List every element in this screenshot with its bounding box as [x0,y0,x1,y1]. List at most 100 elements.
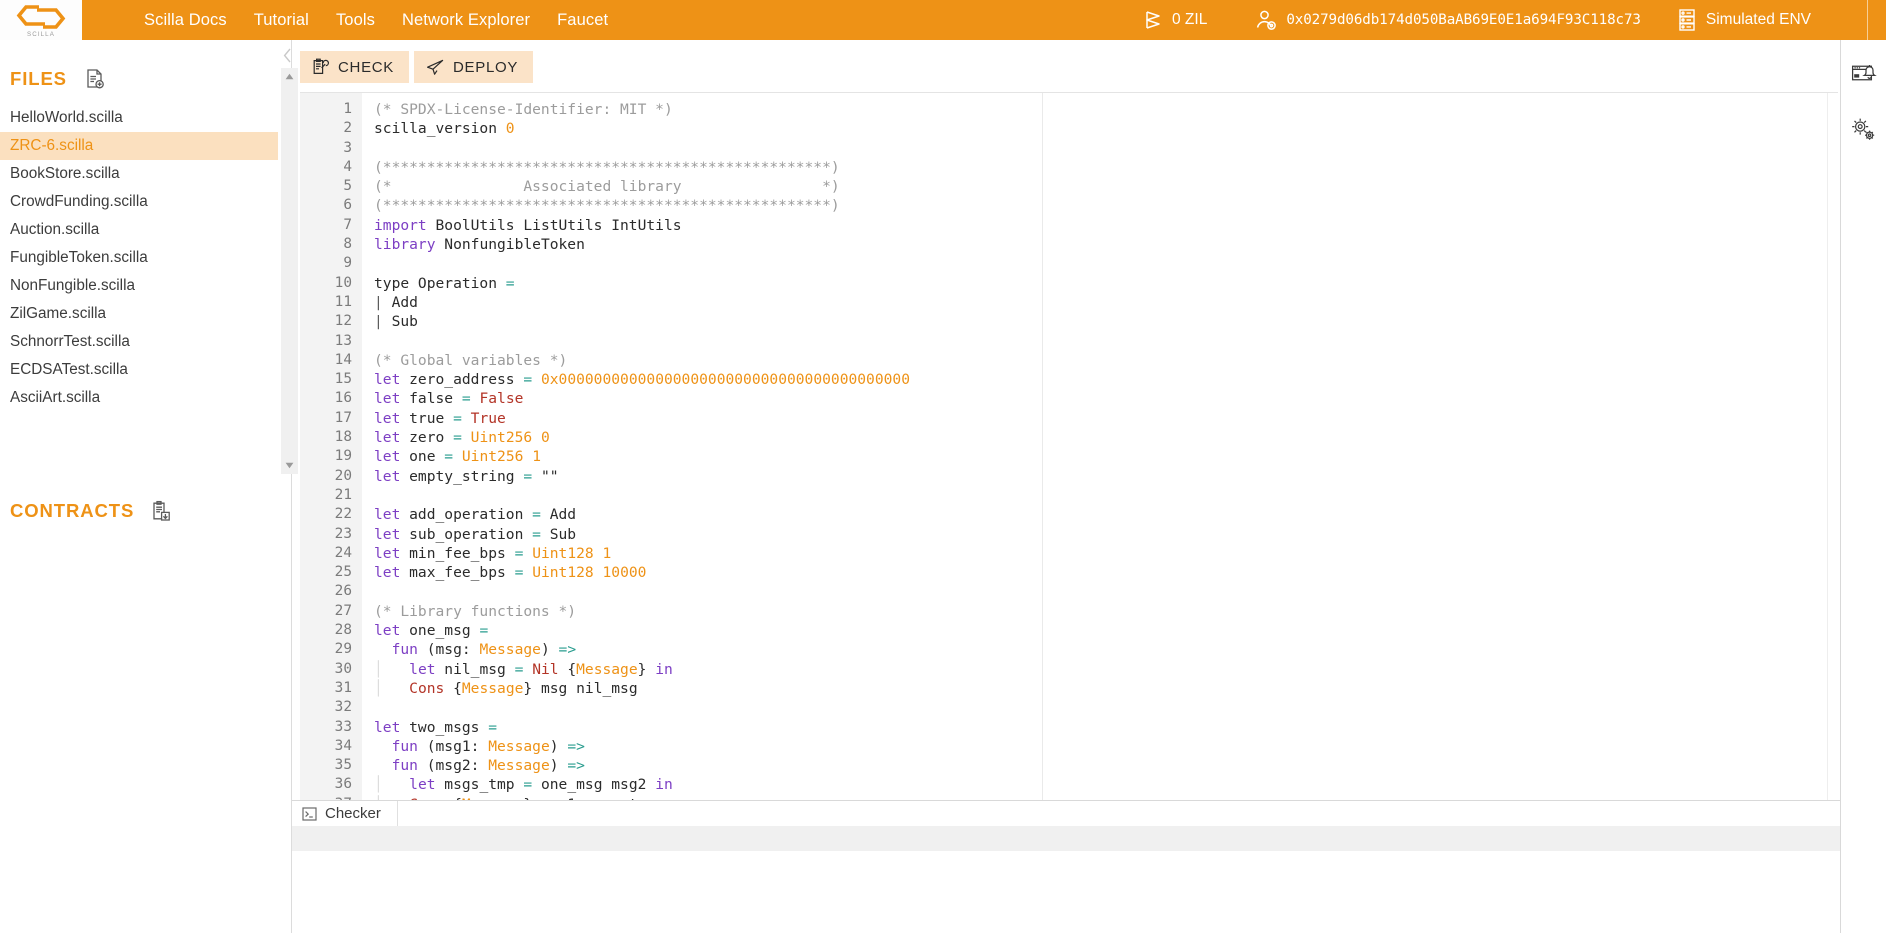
file-item-zilgame[interactable]: ZilGame.scilla [0,300,278,328]
file-item-nonfungible[interactable]: NonFungible.scilla [0,272,278,300]
nav-link-tools[interactable]: Tools [336,11,375,30]
line-number: 18 [334,429,352,446]
code-line[interactable]: 8 library NonfungibleToken [300,235,1838,254]
sidebar-collapse-toggle[interactable] [280,44,294,66]
nav-link-scilla-docs[interactable]: Scilla Docs [144,11,227,30]
code-line[interactable]: 14 (* Global variables *) [300,351,1838,370]
code-line-text: scilla_version 0 [374,120,515,138]
line-number: 1 [343,101,352,117]
wallet-balance[interactable]: 0 ZIL [1143,9,1207,31]
file-item-zrc-6[interactable]: ZRC-6.scilla [0,132,278,160]
code-line[interactable]: 32 [300,698,1838,717]
environment-text: Simulated ENV [1705,11,1811,28]
code-line[interactable]: 33 let two_msgs = [300,718,1838,737]
file-item-bookstore[interactable]: BookStore.scilla [0,160,278,188]
file-item-crowdfunding[interactable]: CrowdFunding.scilla [0,188,278,216]
code-line-text: let max_fee_bps = Uint128 10000 [374,564,647,582]
code-line-text: let empty_string = "" [374,467,559,485]
code-content[interactable]: 1 (* SPDX-License-Identifier: MIT *) 2 scil… [300,100,1838,814]
file-item-fungibletoken[interactable]: FungibleToken.scilla [0,244,278,272]
file-item-schnorrtest[interactable]: SchnorrTest.scilla [0,328,278,356]
code-line[interactable]: 13 [300,332,1838,351]
line-number: 4 [343,158,352,175]
code-line[interactable]: 24 let min_fee_bps = Uint128 1 [300,544,1838,563]
nav-link-network-explorer[interactable]: Network Explorer [402,11,530,30]
code-line[interactable]: 11 | Add [300,293,1838,312]
line-number: 36 [334,776,352,793]
code-line[interactable]: 3 [300,139,1838,158]
code-line[interactable]: 12 | Sub [300,312,1838,331]
tab-checker[interactable]: Checker [292,800,398,827]
code-line[interactable]: 20 let empty_string = "" [300,467,1838,486]
sidebar-scroll-track[interactable] [281,85,298,457]
new-file-icon[interactable] [85,68,105,90]
code-line[interactable]: 31 │ Cons {Message} msg nil_msg [300,679,1838,698]
code-line[interactable]: 26 [300,582,1838,601]
code-line[interactable]: 25 let max_fee_bps = Uint128 10000 [300,563,1838,582]
code-line[interactable]: 35 fun (msg2: Message) => [300,756,1838,775]
check-button[interactable]: CHECK [300,51,410,83]
code-line[interactable]: 34 fun (msg1: Message) => [300,737,1838,756]
line-number: 5 [343,178,352,195]
code-line[interactable]: 5 (* Associated library *) [300,177,1838,196]
deploy-button[interactable]: DEPLOY [414,51,534,83]
line-number: 34 [334,737,352,754]
code-line[interactable]: 18 let zero = Uint256 0 [300,428,1838,447]
line-number: 27 [334,602,352,619]
code-line[interactable]: 10 type Operation = [300,274,1838,293]
settings-button[interactable] [1849,114,1879,144]
code-line[interactable]: 22 let add_operation = Add [300,505,1838,524]
file-item-auction[interactable]: Auction.scilla [0,216,278,244]
editor-vertical-scrollbar[interactable] [1827,93,1838,838]
code-line[interactable]: 7 import BoolUtils ListUtils IntUtils [300,216,1838,235]
code-line[interactable]: 21 [300,486,1838,505]
scilla-logo[interactable]: SCILLA [0,0,82,40]
import-contract-icon[interactable] [150,500,172,522]
code-line-text: | Add [374,293,418,311]
line-number: 6 [343,197,352,214]
bottom-filler [292,851,1886,933]
nav-link-faucet[interactable]: Faucet [557,11,608,30]
sidebar-scroll-down-button[interactable] [281,457,298,474]
code-line-text: (* Global variables *) [374,351,568,369]
code-line-text: │ let msgs_tmp = one_msg msg2 in [374,776,673,794]
code-line[interactable]: 19 let one = Uint256 1 [300,447,1838,466]
code-line[interactable]: 15 let zero_address = 0x00000000000000000… [300,370,1838,389]
sidebar-scrollbar[interactable] [281,68,298,474]
code-line[interactable]: 36 │ let msgs_tmp = one_msg msg2 in [300,775,1838,794]
code-line[interactable]: 29 fun (msg: Message) => [300,640,1838,659]
line-number: 7 [343,216,352,233]
wallet-address[interactable]: 0x0279d06db174d050BaAB69E0E1a694F93C118c… [1255,9,1641,31]
user-account-icon [1255,9,1277,31]
sidebar-scroll-up-button[interactable] [281,68,298,85]
nav-link-tutorial[interactable]: Tutorial [254,11,309,30]
code-line[interactable]: 27 (* Library functions *) [300,602,1838,621]
code-editor[interactable]: 1 (* SPDX-License-Identifier: MIT *) 2 scil… [300,92,1838,838]
code-line[interactable]: 23 let sub_operation = Sub [300,525,1838,544]
file-item-ecdsatest[interactable]: ECDSATest.scilla [0,356,278,384]
code-line[interactable]: 6 (**************************************… [300,196,1838,215]
environment-selector[interactable]: Simulated ENV [1677,8,1811,32]
line-number: 17 [334,409,352,426]
code-line[interactable]: 30 │ let nil_msg = Nil {Message} in [300,660,1838,679]
notifications-button[interactable] [1849,60,1879,90]
code-line[interactable]: 2 scilla_version 0 [300,119,1838,138]
code-line-text: type Operation = [374,274,515,292]
header-divider [1867,0,1868,40]
code-line[interactable]: 28 let one_msg = [300,621,1838,640]
line-number: 10 [334,274,352,291]
file-item-helloworld[interactable]: HelloWorld.scilla [0,104,278,132]
code-line[interactable]: 16 let false = False [300,389,1838,408]
line-number: 23 [334,525,352,542]
check-button-label: CHECK [338,58,395,76]
code-line-text: │ let nil_msg = Nil {Message} in [374,660,673,678]
code-line-text: (***************************************… [374,158,840,176]
line-number: 28 [334,622,352,639]
code-line[interactable]: 1 (* SPDX-License-Identifier: MIT *) [300,100,1838,119]
code-line[interactable]: 9 [300,254,1838,273]
code-line[interactable]: 17 let true = True [300,409,1838,428]
file-item-asciiart[interactable]: AsciiArt.scilla [0,384,278,412]
code-line[interactable]: 4 (**************************************… [300,158,1838,177]
